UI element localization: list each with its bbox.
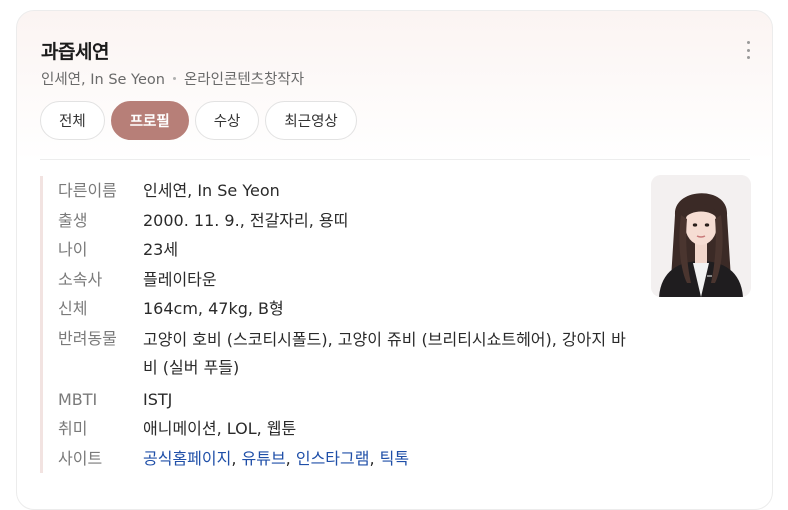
tab-profile[interactable]: 프로필 xyxy=(110,101,189,140)
value-pets: 고양이 호비 (스코티시폴드), 고양이 쥬비 (브리티시쇼트헤어), 강아지 … xyxy=(143,329,626,377)
label-site: 사이트 xyxy=(58,448,103,468)
info-row-site: 사이트 공식홈페이지, 유튜브, 인스타그램, 틱톡 xyxy=(43,444,640,474)
separator-dot xyxy=(172,77,176,80)
link-official-site[interactable]: 공식홈페이지 xyxy=(143,449,231,468)
info-row-other-name: 다른이름 인세연, In Se Yeon xyxy=(43,176,640,206)
more-vertical-icon[interactable] xyxy=(744,41,752,59)
value-birth: 2000. 11. 9., 전갈자리, 용띠 xyxy=(143,210,349,230)
info-row-agency: 소속사 플레이타운 xyxy=(43,265,640,295)
link-instagram[interactable]: 인스타그램 xyxy=(296,449,370,468)
subtitle-name: 인세연, In Se Yeon xyxy=(41,72,165,88)
label-birth: 출생 xyxy=(58,210,88,230)
value-mbti: ISTJ xyxy=(143,389,173,409)
subtitle: 인세연, In Se Yeon 온라인콘텐츠창작자 xyxy=(41,68,304,89)
value-body: 164cm, 47kg, B형 xyxy=(143,299,284,318)
value-other-name: 인세연, In Se Yeon xyxy=(143,181,280,200)
label-agency: 소속사 xyxy=(58,269,103,289)
site-links: 공식홈페이지, 유튜브, 인스타그램, 틱톡 xyxy=(143,444,409,474)
subtitle-role: 온라인콘텐츠창작자 xyxy=(183,72,305,88)
info-row-body: 신체 164cm, 47kg, B형 xyxy=(43,294,640,324)
tab-bar: 전체 프로필 수상 최근영상 xyxy=(40,101,357,140)
label-mbti: MBTI xyxy=(58,389,98,409)
label-hobby: 취미 xyxy=(58,419,88,438)
label-pets: 반려동물 xyxy=(58,328,117,348)
info-row-pets: 반려동물 고양이 호비 (스코티시폴드), 고양이 쥬비 (브리티시쇼트헤어),… xyxy=(43,324,640,385)
value-age: 23세 xyxy=(143,240,179,259)
info-row-mbti: MBTI ISTJ xyxy=(43,385,640,415)
label-other-name: 다른이름 xyxy=(58,181,117,200)
label-age: 나이 xyxy=(58,240,88,259)
link-agency[interactable]: 플레이타운 xyxy=(143,265,217,295)
link-separator: , xyxy=(285,448,296,468)
divider xyxy=(40,159,750,160)
profile-card: 과즙세연 인세연, In Se Yeon 온라인콘텐츠창작자 전체 프로필 수상… xyxy=(16,10,773,510)
tab-all[interactable]: 전체 xyxy=(40,101,105,140)
info-row-birth: 출생 2000. 11. 9., 전갈자리, 용띠 xyxy=(43,206,640,236)
profile-photo-image xyxy=(651,175,751,297)
info-row-hobby: 취미 애니메이션, LOL, 웹툰 xyxy=(43,414,640,444)
label-body: 신체 xyxy=(58,299,88,318)
tab-recent-videos[interactable]: 최근영상 xyxy=(265,101,357,140)
link-separator: , xyxy=(231,448,242,468)
profile-info: 다른이름 인세연, In Se Yeon 출생 2000. 11. 9., 전갈… xyxy=(40,176,640,473)
value-hobby: 애니메이션, LOL, 웹툰 xyxy=(143,419,297,438)
tab-awards[interactable]: 수상 xyxy=(194,101,260,140)
link-separator: , xyxy=(369,448,380,468)
page-title: 과즙세연 xyxy=(41,41,109,63)
link-tiktok[interactable]: 틱톡 xyxy=(380,449,409,468)
info-row-age: 나이 23세 xyxy=(43,235,640,265)
link-youtube[interactable]: 유튜브 xyxy=(242,449,286,468)
profile-photo[interactable] xyxy=(651,175,751,297)
